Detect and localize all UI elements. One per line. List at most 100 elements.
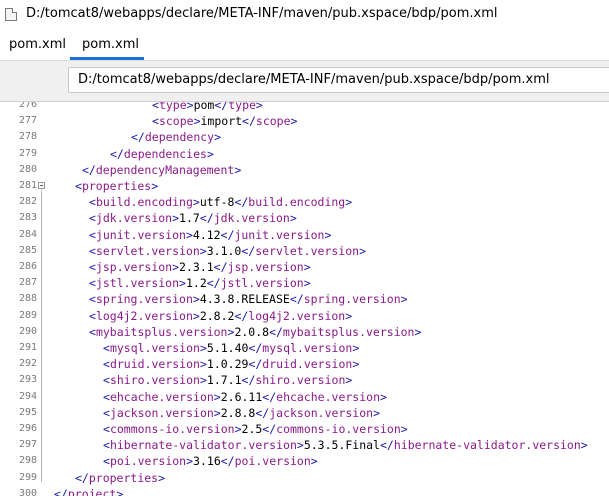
code-line: 299 </properties> xyxy=(0,470,609,486)
code-content: <ehcache.version>2.6.11</ehcache.version… xyxy=(103,389,387,405)
bracket: > xyxy=(199,341,207,355)
bracket: > xyxy=(290,114,298,129)
line-number: 295 xyxy=(19,406,38,418)
line-number: 294 xyxy=(19,390,38,402)
xml-tag-name: dependency xyxy=(144,130,215,145)
bracket: > xyxy=(172,211,180,226)
xml-tag-name: ehcache.version xyxy=(276,389,380,404)
code-line: 284 <junit.version>4.12</junit.version> xyxy=(0,227,609,243)
code-content: <jdk.version>1.7</jdk.version> xyxy=(89,210,297,226)
code-line: 287 <jstl.version>1.2</jstl.version> xyxy=(0,275,609,291)
bracket: < xyxy=(75,179,82,193)
bracket: > xyxy=(158,470,166,485)
line-number: 286 xyxy=(19,261,38,272)
code-line: 277 <scope>import</scope> xyxy=(0,113,609,129)
bracket: > xyxy=(214,130,222,145)
line-number: 283 xyxy=(19,212,38,224)
bracket: </ xyxy=(214,102,229,112)
xml-value: utf-8 xyxy=(199,195,235,210)
bracket: </ xyxy=(213,260,228,274)
bracket: < xyxy=(89,243,96,258)
line-number: 276 xyxy=(19,102,38,110)
bracket: </ xyxy=(54,486,68,496)
bracket: </ xyxy=(110,146,124,161)
xml-value: 2.8.8 xyxy=(220,405,256,420)
xml-tag-name: jsp.version xyxy=(95,260,173,274)
bracket: </ xyxy=(262,389,277,404)
bracket: </ xyxy=(234,308,249,323)
bracket: > xyxy=(193,114,201,129)
tab-pom-xml-2[interactable]: pom.xml xyxy=(82,37,139,52)
tab-pom-xml-1[interactable]: pom.xml xyxy=(9,37,66,52)
line-number: 293 xyxy=(19,374,38,386)
file-path-field[interactable]: D:/tomcat8/webapps/declare/META-INF/mave… xyxy=(68,67,609,93)
bracket: </ xyxy=(241,373,256,388)
bracket: </ xyxy=(289,292,304,307)
xml-tag-name: scope xyxy=(158,114,194,129)
bracket: > xyxy=(234,162,242,177)
xml-tag-name: commons-io.version xyxy=(276,422,401,436)
bracket: > xyxy=(303,260,311,274)
line-number: 300 xyxy=(19,487,38,496)
code-content: <build.encoding>utf-8</build.encoding> xyxy=(89,194,352,210)
xml-tag-name: spring.version xyxy=(303,292,401,307)
xml-value: 2.5 xyxy=(241,422,263,436)
xml-tag-name: druid.version xyxy=(262,357,353,372)
bracket: </ xyxy=(269,324,283,339)
code-content: <properties> xyxy=(75,178,158,194)
code-content: <scope>import</scope> xyxy=(152,113,297,129)
xml-tag-name: type xyxy=(158,102,187,112)
code-line: 283 <jdk.version>1.7</jdk.version> xyxy=(0,210,609,226)
xml-tag-name: servlet.version xyxy=(255,243,360,258)
code-content: <mysql.version>5.1.40</mysql.version> xyxy=(103,340,359,356)
bracket: </ xyxy=(82,162,96,177)
bracket: > xyxy=(345,308,353,323)
xml-tag-name: jackson.version xyxy=(269,405,374,420)
bracket: > xyxy=(255,102,263,112)
fold-toggle-icon[interactable] xyxy=(38,182,45,189)
bracket: > xyxy=(352,341,360,355)
xml-tag-name: jdk.version xyxy=(213,211,290,226)
bracket: < xyxy=(89,292,96,307)
xml-value: 3.1.0 xyxy=(206,243,242,258)
bracket: < xyxy=(89,211,96,226)
code-line: 291 <mysql.version>5.1.40</mysql.version> xyxy=(0,340,609,356)
xml-value: 1.7 xyxy=(179,211,200,226)
active-tab-indicator xyxy=(70,57,144,60)
title-bar: D:/tomcat8/webapps/declare/META-INF/mave… xyxy=(0,0,609,30)
code-editor[interactable]: 276 <type>pom</type> 277 <scope>import</sco… xyxy=(0,102,609,496)
bracket: </ xyxy=(248,357,263,372)
line-number: 296 xyxy=(19,423,38,434)
xml-value: 4.3.8.RELEASE xyxy=(199,292,290,307)
xml-value: 1.0.29 xyxy=(206,357,249,372)
bracket: < xyxy=(89,308,96,323)
bracket: > xyxy=(151,179,159,193)
code-line: 285 <servlet.version>3.1.0</servlet.versi… xyxy=(0,243,609,259)
xml-value: 5.1.40 xyxy=(206,341,249,355)
file-path-value: D:/tomcat8/webapps/declare/META-INF/mave… xyxy=(78,72,550,87)
bracket: > xyxy=(400,422,408,436)
bracket: > xyxy=(289,211,297,226)
line-number: 290 xyxy=(19,325,38,337)
code-line: 278 </dependency> xyxy=(0,129,609,145)
xml-tag-name: mybaitsplus.version xyxy=(95,324,228,339)
xml-tag-name: poi.version xyxy=(109,454,187,469)
xml-tag-name: mybaitsplus.version xyxy=(282,324,415,339)
code-line: 280 </dependencyManagement> xyxy=(0,162,609,178)
line-number: 299 xyxy=(19,471,38,483)
bracket: > xyxy=(373,405,381,420)
bracket: < xyxy=(103,405,110,420)
bracket: > xyxy=(414,324,422,339)
code-content: <druid.version>1.0.29</druid.version> xyxy=(103,356,359,372)
code-line: 289 <log4j2.version>2.8.2</log4j2.version… xyxy=(0,308,609,324)
xml-tag-name: build.encoding xyxy=(248,195,346,210)
bracket: > xyxy=(234,422,242,436)
code-content: <jstl.version>1.2</jstl.version> xyxy=(89,275,311,291)
bracket: </ xyxy=(379,438,394,453)
bracket: < xyxy=(103,454,110,469)
bracket: > xyxy=(116,486,124,496)
line-number: 289 xyxy=(19,309,38,321)
xml-tag-name: build.encoding xyxy=(95,195,193,210)
xml-value: 2.3.1 xyxy=(179,260,214,274)
bracket: > xyxy=(179,276,186,291)
